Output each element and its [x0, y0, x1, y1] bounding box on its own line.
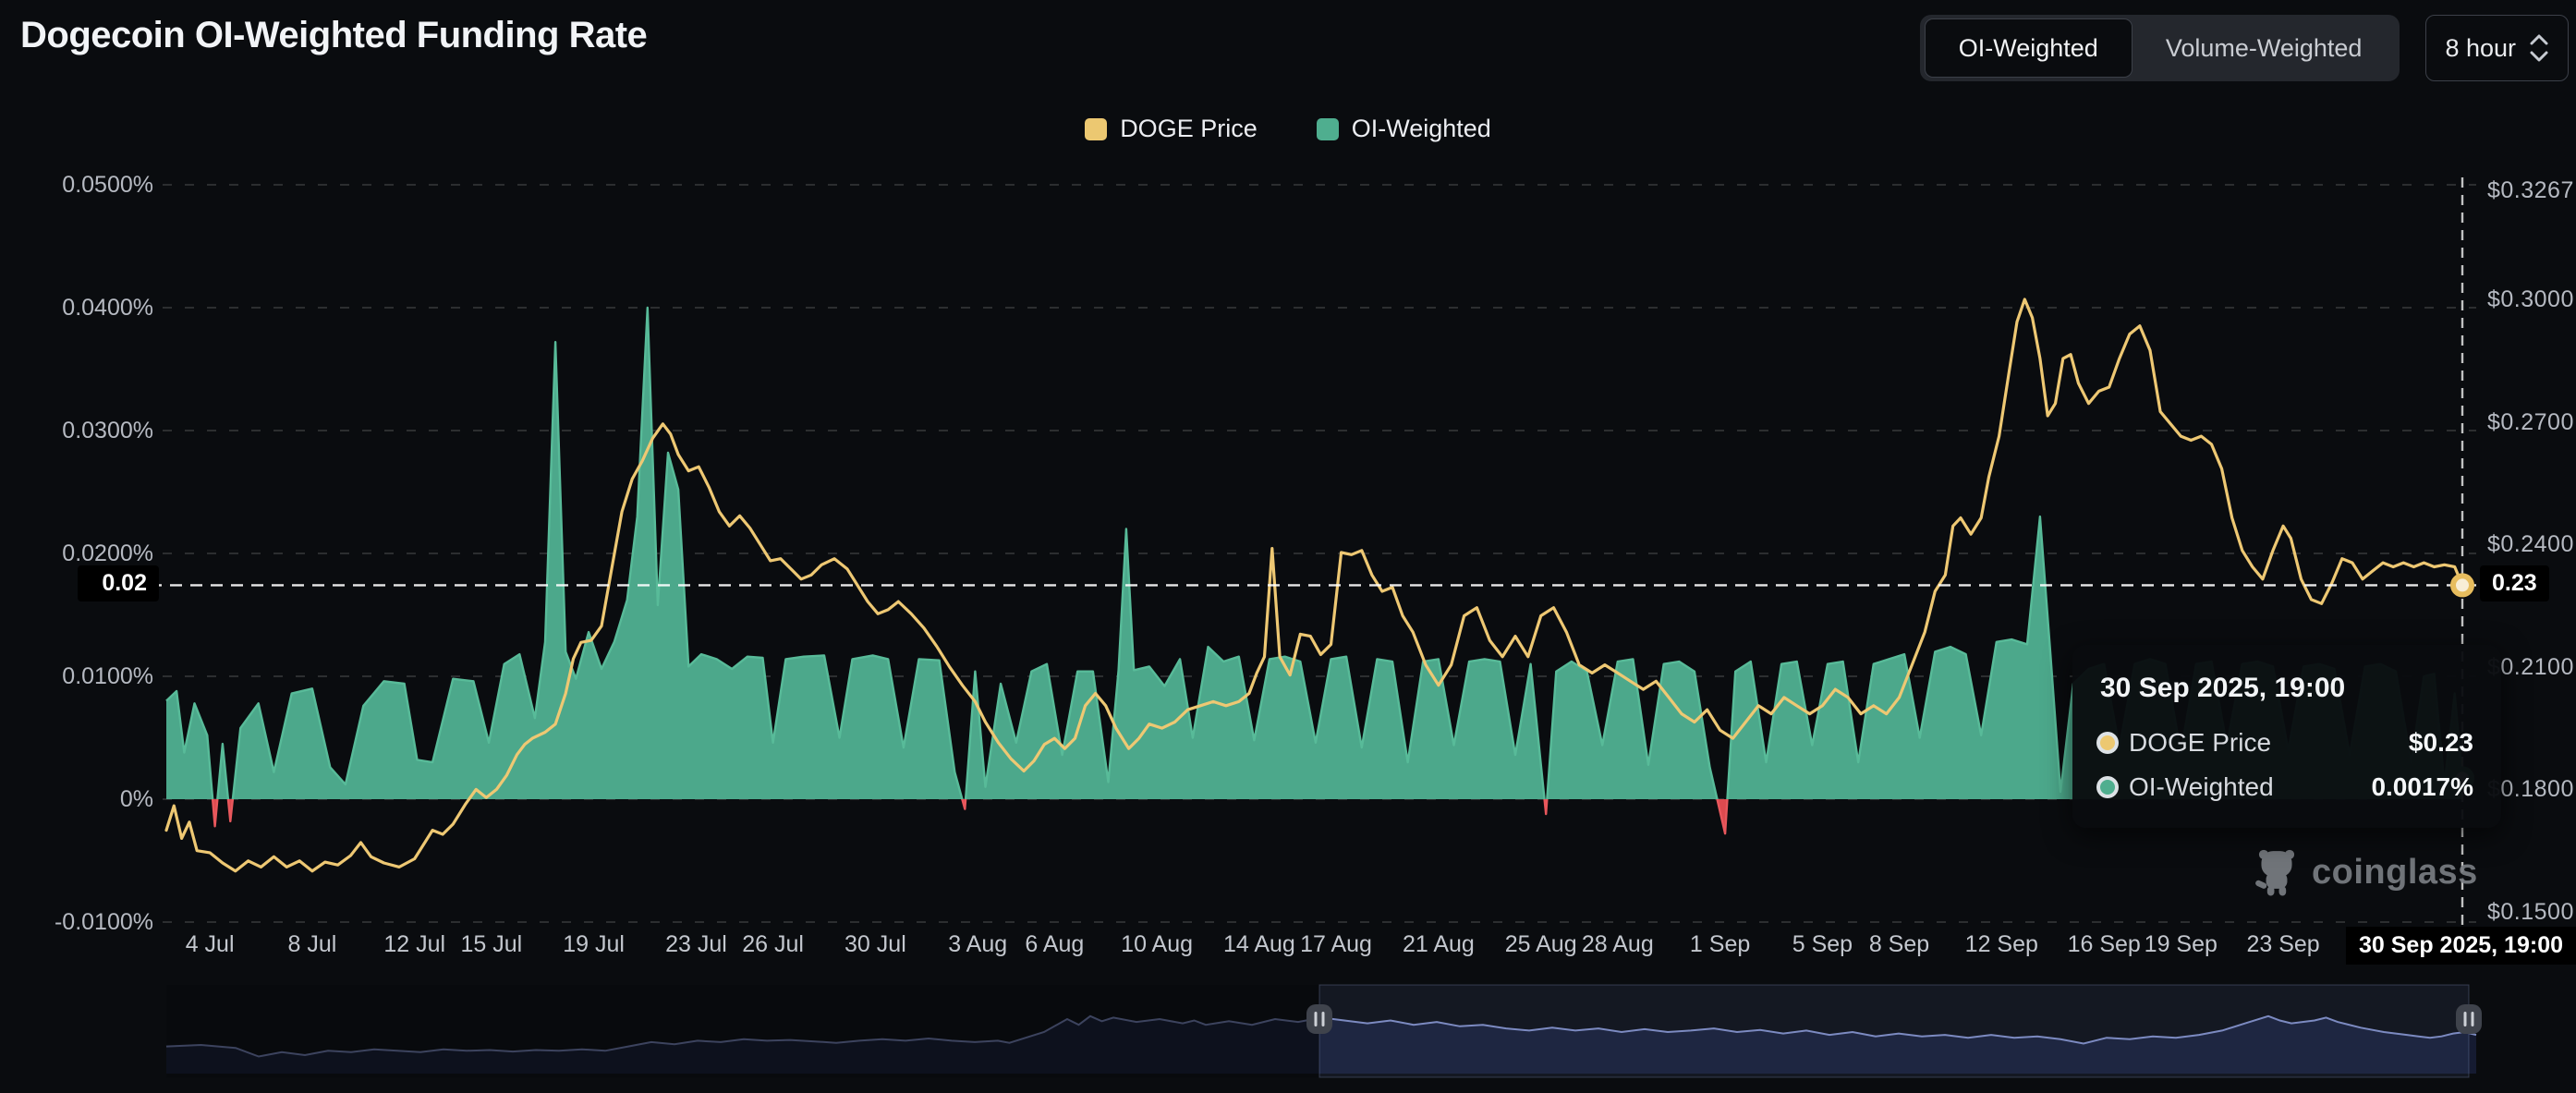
- left-axis-tick: 0%: [0, 784, 153, 814]
- tooltip-row-1: OI-Weighted 0.0017%: [2100, 772, 2473, 802]
- left-axis-tick: 0.0100%: [0, 662, 153, 691]
- tooltip-series-label: OI-Weighted: [2129, 772, 2274, 802]
- x-axis-tick: 15 Jul: [460, 931, 522, 958]
- x-axis-tick: 12 Sep: [1965, 931, 2038, 958]
- x-axis-tick: 25 Aug: [1505, 931, 1577, 958]
- x-axis-tick: 8 Jul: [287, 931, 336, 958]
- tooltip-series-label: DOGE Price: [2129, 728, 2271, 758]
- x-axis-tick: 23 Sep: [2246, 931, 2319, 958]
- funding-rate-page: { "header": { "title": "Dogecoin OI-Weig…: [0, 0, 2576, 1093]
- right-axis-tick: $0.2700: [2487, 407, 2576, 437]
- legend-item-0[interactable]: DOGE Price: [1085, 115, 1258, 143]
- legend-swatch-icon: [1317, 118, 1339, 140]
- x-axis-tick: 8 Sep: [1869, 931, 1929, 958]
- x-axis-tick: 10 Aug: [1121, 931, 1193, 958]
- x-axis-tick: 19 Jul: [563, 931, 625, 958]
- left-axis-tick: -0.0100%: [0, 907, 153, 937]
- x-axis-tick: 16 Sep: [2068, 931, 2141, 958]
- navigator-selected-range[interactable]: [1319, 985, 2469, 1077]
- tooltip-series-value: 0.0017%: [2371, 772, 2473, 802]
- interval-select[interactable]: 8 hour: [2425, 15, 2569, 81]
- x-axis-tick: 5 Sep: [1792, 931, 1853, 958]
- left-axis-tick: 0.0300%: [0, 416, 153, 445]
- crosshair-date-badge: 30 Sep 2025, 19:00: [2346, 927, 2576, 965]
- legend-label: DOGE Price: [1120, 115, 1258, 143]
- weighting-segmented-control: OI-Weighted Volume-Weighted: [1920, 15, 2400, 81]
- tab-volume-weighted[interactable]: Volume-Weighted: [2132, 19, 2396, 77]
- x-axis-tick: 19 Sep: [2145, 931, 2218, 958]
- chart-controls: OI-Weighted Volume-Weighted 8 hour: [1920, 15, 2569, 81]
- chart-tooltip: 30 Sep 2025, 19:00 DOGE Price $0.23 OI-Wei…: [2072, 645, 2501, 828]
- right-axis-tick: $0.1500: [2487, 897, 2576, 927]
- left-axis-tick: 0.0200%: [0, 539, 153, 568]
- tooltip-row-0: DOGE Price $0.23: [2100, 728, 2473, 758]
- right-axis-tick: $0.3267: [2487, 176, 2576, 205]
- series-dot-icon: [2100, 735, 2115, 750]
- x-axis-tick: 26 Jul: [742, 931, 804, 958]
- left-axis-tick: 0.0400%: [0, 293, 153, 322]
- x-axis-tick: 12 Jul: [383, 931, 445, 958]
- page-title: Dogecoin OI-Weighted Funding Rate: [20, 15, 647, 56]
- interval-select-value: 8 hour: [2445, 34, 2516, 63]
- navigator-handle-right[interactable]: [2456, 1004, 2482, 1034]
- tooltip-rows: DOGE Price $0.23 OI-Weighted 0.0017%: [2100, 728, 2473, 802]
- navigator-handle-left[interactable]: [1306, 1004, 1332, 1034]
- x-axis-tick: 4 Jul: [186, 931, 235, 958]
- legend-label: OI-Weighted: [1352, 115, 1491, 143]
- x-axis-tick: 21 Aug: [1403, 931, 1475, 958]
- x-axis-tick: 14 Aug: [1223, 931, 1295, 958]
- right-current-value-badge: 0.23: [2480, 565, 2549, 601]
- right-axis-tick: $0.2400: [2487, 529, 2576, 559]
- x-axis-tick: 30 Jul: [844, 931, 906, 958]
- x-axis-tick: 3 Aug: [948, 931, 1007, 958]
- left-current-value-badge: 0.02: [78, 565, 159, 601]
- coinglass-mascot-icon: [2253, 846, 2301, 898]
- updown-chevron-icon: [2529, 32, 2549, 64]
- legend-item-1[interactable]: OI-Weighted: [1317, 115, 1491, 143]
- x-axis-tick: 28 Aug: [1582, 931, 1654, 958]
- tooltip-series-value: $0.23: [2409, 728, 2473, 758]
- chart-legend: DOGE Price OI-Weighted: [0, 115, 2576, 143]
- x-axis-tick: 1 Sep: [1690, 931, 1750, 958]
- legend-swatch-icon: [1085, 118, 1107, 140]
- right-axis-tick: $0.3000: [2487, 285, 2576, 314]
- x-axis-tick: 6 Aug: [1025, 931, 1084, 958]
- coinglass-watermark-text: coinglass: [2312, 853, 2478, 893]
- series-dot-icon: [2100, 780, 2115, 795]
- x-axis-tick: 17 Aug: [1300, 931, 1372, 958]
- tooltip-date: 30 Sep 2025, 19:00: [2100, 673, 2473, 704]
- chart-canvas[interactable]: [0, 0, 2576, 1093]
- left-axis-tick: 0.0500%: [0, 170, 153, 200]
- tab-oi-weighted[interactable]: OI-Weighted: [1925, 18, 2132, 78]
- x-axis-tick: 23 Jul: [665, 931, 727, 958]
- coinglass-watermark: coinglass: [2253, 846, 2478, 898]
